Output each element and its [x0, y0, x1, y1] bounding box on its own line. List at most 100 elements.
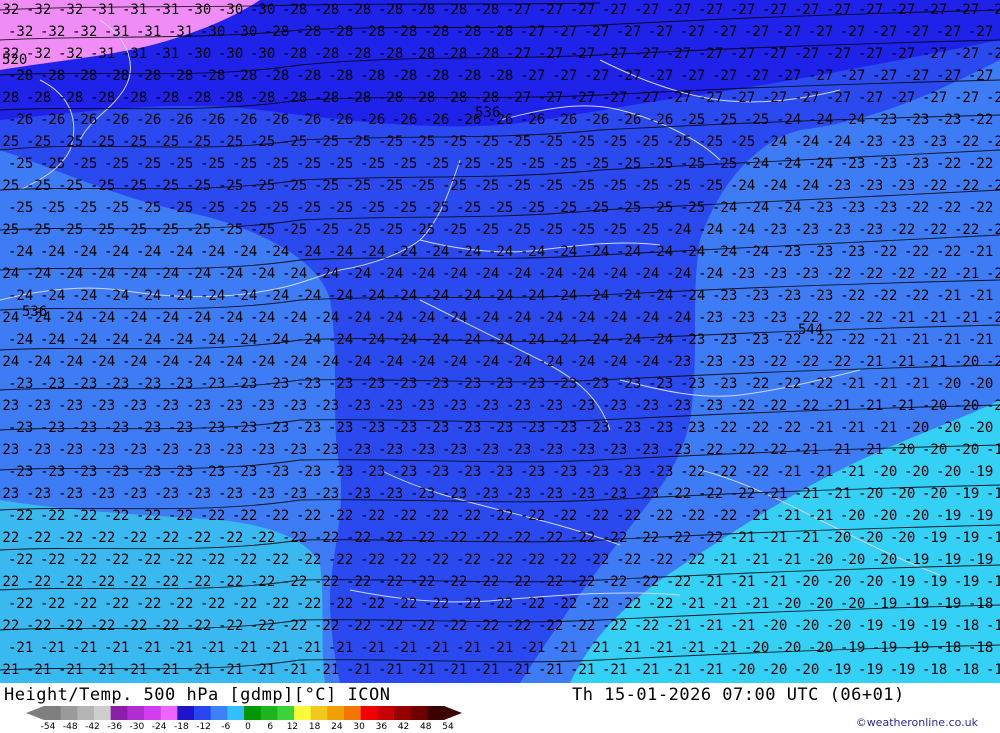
contour-value-label: -24	[136, 244, 161, 260]
contour-value-label: -20	[808, 552, 833, 568]
contour-value-label: -23	[794, 222, 819, 238]
contour-value-label: -24	[232, 244, 257, 260]
contour-value-label: -24	[168, 244, 193, 260]
contour-value-label: -27	[648, 24, 673, 40]
contour-value-label: -21	[104, 640, 129, 656]
contour-value-label: -22	[730, 486, 755, 502]
contour-value-label: -20	[794, 574, 819, 590]
contour-value-label: -22	[520, 552, 545, 568]
contour-value-label: -27	[986, 2, 1000, 18]
contour-value-label: -22	[40, 552, 65, 568]
legend-swatch	[427, 706, 445, 720]
contour-value-label: -22	[392, 596, 417, 612]
contour-value-label: -22	[424, 552, 449, 568]
contour-value-label: -22	[26, 618, 51, 634]
contour-value-label: -28	[250, 90, 275, 106]
contour-value-label: -23	[136, 464, 161, 480]
contour-value-label: -25	[250, 222, 275, 238]
contour-value-label: -22	[328, 552, 353, 568]
contour-value-label: -23	[424, 376, 449, 392]
contour-value-label: -25	[378, 178, 403, 194]
contour-value-label: -23	[200, 464, 225, 480]
contour-value-label: -18	[968, 596, 993, 612]
contour-value-label: -25	[584, 156, 609, 172]
contour-value-label: -21	[808, 464, 833, 480]
contour-value-label: -28	[232, 68, 257, 84]
contour-value-label: -24	[250, 266, 275, 282]
contour-value-label: -25	[634, 178, 659, 194]
contour-value-label: -25	[520, 200, 545, 216]
contour-value-label: -27	[936, 68, 961, 84]
map-area: -32-32-32-31-31-31-30-30-30-28-28-28-28-…	[0, 0, 1000, 683]
contour-value-label: -25	[520, 156, 545, 172]
contour-value-label: -21	[538, 662, 563, 678]
contour-value-label: -27	[826, 2, 851, 18]
contour-value-label: -24	[538, 310, 563, 326]
contour-value-label: -27	[730, 46, 755, 62]
contour-value-label: -25	[104, 156, 129, 172]
contour-value-label: -24	[0, 354, 19, 370]
contour-value-label: -23	[648, 420, 673, 436]
contour-value-label: -21	[648, 640, 673, 656]
contour-value-label: -24	[58, 310, 83, 326]
contour-value-label: -23	[8, 464, 33, 480]
contour-value-label: -25	[154, 134, 179, 150]
contour-value-label: -22	[762, 398, 787, 414]
contour-value-label: -28	[488, 68, 513, 84]
contour-value-label: -22	[72, 508, 97, 524]
contour-value-label: -25	[154, 222, 179, 238]
legend-swatch	[144, 706, 162, 720]
contour-value-label: -27	[890, 90, 915, 106]
contour-value-label: -23	[538, 486, 563, 502]
contour-value-label: -27	[858, 90, 883, 106]
contour-value-label: -21	[808, 420, 833, 436]
contour-value-label: -25	[474, 178, 499, 194]
contour-value-label: -23	[122, 398, 147, 414]
contour-value-label: -25	[168, 200, 193, 216]
contour-value-label: -25	[90, 178, 115, 194]
contour-value-label: -22	[474, 530, 499, 546]
contour-value-label: -22	[392, 552, 417, 568]
contour-value-label: -22	[634, 574, 659, 590]
contour-value-label: -24	[296, 244, 321, 260]
contour-value-label: -24	[328, 332, 353, 348]
contour-value-label: -23	[762, 222, 787, 238]
contour-value-label: -25	[314, 222, 339, 238]
contour-value-label: -21	[904, 332, 929, 348]
contour-value-label: -22	[986, 134, 1000, 150]
contour-value-label: -25	[392, 200, 417, 216]
contour-value-label: -24	[744, 156, 769, 172]
contour-value-label: -21	[776, 508, 801, 524]
contour-value-label: -21	[0, 662, 19, 678]
contour-value-label: -22	[474, 618, 499, 634]
contour-value-label: -26	[8, 112, 33, 128]
contour-value-label: -21	[794, 530, 819, 546]
contour-value-label: -25	[648, 200, 673, 216]
contour-value-label: -21	[744, 596, 769, 612]
contour-value-label: -25	[346, 178, 371, 194]
contour-value-label: -23	[744, 288, 769, 304]
contour-value-label: -28	[346, 46, 371, 62]
contour-value-label: -23	[666, 398, 691, 414]
contour-value-label: -25	[282, 178, 307, 194]
contour-value-label: -22	[218, 574, 243, 590]
contour-value-label: -21	[90, 662, 115, 678]
contour-value-label: -23	[58, 398, 83, 414]
contour-value-label: -22	[634, 618, 659, 634]
contour-value-label: -25	[456, 156, 481, 172]
contour-value-label: -22	[200, 508, 225, 524]
contour-value-label: -26	[232, 112, 257, 128]
contour-value-label: -21	[136, 640, 161, 656]
contour-value-label: -23	[762, 266, 787, 282]
contour-value-label: -27	[826, 90, 851, 106]
contour-value-label: -24	[314, 266, 339, 282]
credit-link[interactable]: ©weatheronline.co.uk	[856, 716, 978, 729]
contour-value-label: -24	[474, 310, 499, 326]
contour-value-label: -24	[8, 244, 33, 260]
contour-value-label: -22	[296, 508, 321, 524]
contour-value-label: -23	[282, 442, 307, 458]
contour-value-label: -25	[136, 156, 161, 172]
contour-value-label: -27	[730, 90, 755, 106]
contour-value-label: -24	[552, 332, 577, 348]
contour-value-label: -23	[680, 376, 705, 392]
